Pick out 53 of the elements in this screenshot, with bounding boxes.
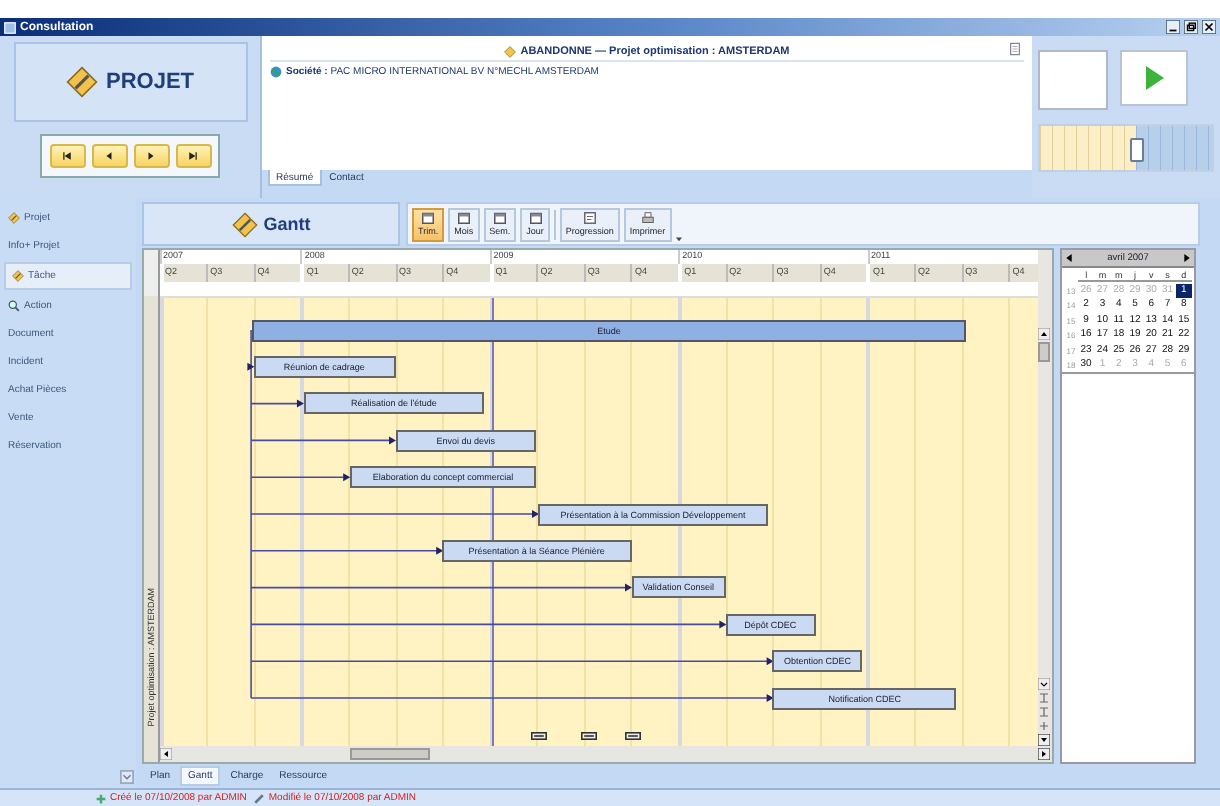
slider-thumb[interactable] [1130, 138, 1145, 162]
more-icon[interactable] [675, 236, 682, 242]
module-title: PROJET [105, 70, 194, 94]
pencil-diamond-icon [504, 45, 517, 57]
magnifier-icon [8, 300, 20, 312]
globe-icon [270, 66, 282, 78]
chart-icon [583, 212, 596, 224]
close-icon[interactable] [1202, 20, 1216, 34]
document-icon[interactable] [1010, 42, 1020, 56]
gantt-title: Gantt [263, 214, 311, 234]
last-icon [188, 152, 198, 160]
previous-icon [104, 152, 114, 160]
horizontal-scrollbar[interactable] [159, 746, 1038, 762]
scroll-up-icon[interactable] [1038, 328, 1051, 340]
next-record-button[interactable] [133, 144, 169, 168]
minimize-icon[interactable] [1166, 20, 1180, 34]
scrollbar-thumb[interactable] [349, 748, 430, 760]
connector-arrow [249, 399, 303, 408]
previous-month-icon[interactable] [1066, 254, 1072, 262]
window-icon [4, 21, 16, 33]
previous-record-button[interactable] [91, 144, 127, 168]
connector-arrow [246, 362, 254, 371]
next-icon [146, 152, 156, 160]
pencil-icon [254, 793, 265, 803]
collapse-icon[interactable] [1038, 678, 1051, 690]
pencil-diamond-icon [12, 270, 24, 282]
pencil-diamond-icon [8, 212, 20, 224]
play-icon [1144, 66, 1164, 90]
header-corner [144, 250, 158, 296]
connector-arrow [249, 473, 350, 482]
scroll-down-icon[interactable] [1038, 734, 1051, 746]
milestone-icon [529, 732, 548, 740]
milestone-icon [623, 732, 642, 740]
fit-icon[interactable] [1038, 706, 1051, 718]
scroll-right-icon[interactable] [1038, 748, 1051, 760]
timeline-slider[interactable] [1038, 124, 1214, 172]
milestone-icon [579, 732, 598, 740]
calendar-icon [422, 212, 435, 224]
pencil-diamond-icon [231, 211, 258, 237]
pencil-diamond-icon [65, 66, 98, 98]
preview-box [1038, 50, 1108, 110]
next-month-icon[interactable] [1184, 254, 1190, 262]
calendar-icon [457, 212, 470, 224]
printer-icon [641, 212, 654, 224]
scrollbar-thumb[interactable] [1038, 342, 1051, 362]
first-record-button[interactable] [49, 144, 85, 168]
last-record-button[interactable] [175, 144, 211, 168]
restore-icon[interactable] [1184, 20, 1198, 34]
calendar-icon [529, 212, 541, 224]
play-button[interactable] [1120, 50, 1188, 106]
calendar-icon [493, 212, 506, 224]
plus-icon [96, 793, 106, 803]
first-icon [62, 152, 72, 160]
